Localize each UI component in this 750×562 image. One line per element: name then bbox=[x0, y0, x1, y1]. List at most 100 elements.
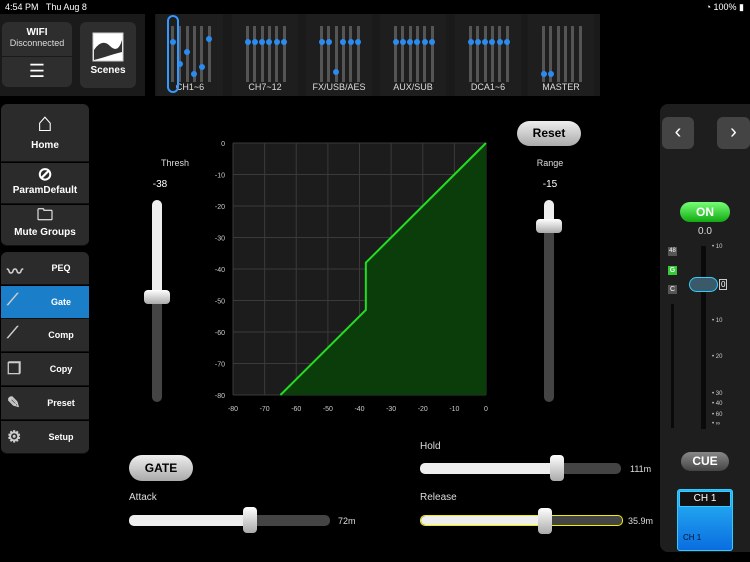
prev-channel-button[interactable]: ‹ bbox=[662, 117, 694, 149]
mini-fader bbox=[429, 26, 435, 82]
mini-fader-dot bbox=[333, 68, 340, 75]
mini-fader-dot bbox=[504, 38, 510, 45]
preset-icon: ✎ bbox=[7, 394, 21, 412]
mini-fader-dot bbox=[184, 48, 191, 55]
thresh-slider[interactable] bbox=[144, 200, 170, 402]
param-default-button[interactable]: ⊘ ParamDefault bbox=[1, 163, 89, 204]
home-button[interactable]: ⌂ Home bbox=[1, 104, 89, 162]
fader-scale-tick: • 30 bbox=[712, 391, 723, 397]
attack-knob[interactable] bbox=[242, 507, 257, 533]
mini-fader bbox=[399, 26, 406, 82]
sidebar-item-label: Copy bbox=[49, 364, 73, 375]
mini-fader bbox=[184, 26, 191, 82]
mini-fader-dot bbox=[191, 71, 198, 77]
y-tick-label: -60 bbox=[215, 330, 225, 337]
wifi-title: WIFI bbox=[26, 27, 48, 38]
wifi-button[interactable]: WIFI Disconnected bbox=[2, 22, 72, 56]
group-label: CH7~12 bbox=[248, 82, 282, 92]
x-tick-label: 0 bbox=[484, 406, 488, 413]
channel-fader-track[interactable] bbox=[701, 246, 706, 429]
mini-fader bbox=[474, 26, 481, 82]
channel-name-button[interactable]: CH 1 CH 1 bbox=[677, 489, 733, 551]
reset-button[interactable]: Reset bbox=[517, 121, 581, 146]
x-tick-label: -80 bbox=[228, 406, 238, 413]
mini-fader bbox=[333, 26, 340, 82]
mini-fader-dot bbox=[244, 38, 251, 45]
mute-label: Mute Groups bbox=[14, 227, 76, 238]
hold-knob[interactable] bbox=[549, 455, 564, 481]
x-tick-label: -50 bbox=[323, 406, 333, 413]
release-knob[interactable] bbox=[537, 508, 552, 534]
hamburger-icon: ☰ bbox=[28, 61, 46, 81]
mini-fader bbox=[259, 26, 266, 82]
sidebar-item-gate[interactable]: ⟋ Gate bbox=[1, 285, 89, 319]
mini-fader bbox=[496, 26, 503, 82]
range-label: Range bbox=[536, 158, 564, 168]
no-icon: ⊘ bbox=[37, 164, 53, 184]
mini-fader-dot bbox=[540, 71, 547, 77]
gate-badge[interactable]: G bbox=[668, 266, 677, 275]
next-channel-button[interactable]: › bbox=[717, 117, 750, 149]
on-button[interactable]: ON bbox=[680, 202, 730, 222]
mini-fader-dot bbox=[281, 38, 287, 45]
sidebar-item-preset[interactable]: ✎ Preset bbox=[1, 386, 89, 420]
y-tick-label: -80 bbox=[215, 393, 225, 400]
gate-toggle-button[interactable]: GATE bbox=[129, 455, 193, 481]
mini-fader bbox=[392, 26, 399, 82]
phantom-48-badge[interactable]: 48 bbox=[668, 247, 677, 256]
comp-badge[interactable]: C bbox=[668, 285, 677, 294]
mini-fader bbox=[244, 26, 251, 82]
scenes-icon bbox=[92, 32, 124, 62]
channel-name: CH 1 bbox=[679, 491, 731, 507]
group-1[interactable]: CH7~12 bbox=[232, 14, 298, 96]
y-tick-label: -50 bbox=[215, 299, 225, 306]
menu-button[interactable]: ☰ bbox=[2, 57, 72, 87]
copy-icon: ❐ bbox=[7, 361, 22, 379]
hold-slider[interactable] bbox=[420, 455, 621, 481]
group-5[interactable]: MASTER bbox=[528, 14, 594, 96]
group-4[interactable]: DCA1~6 bbox=[455, 14, 521, 96]
group-label: DCA1~6 bbox=[470, 82, 506, 92]
sidebar-item-label: Gate bbox=[50, 296, 71, 307]
mini-fader bbox=[198, 26, 205, 82]
mini-fader bbox=[578, 26, 582, 82]
sidebar-item-peq[interactable]: 〰 PEQ bbox=[1, 252, 89, 285]
scenes-button[interactable]: Scenes bbox=[80, 22, 136, 88]
mini-fader-dot bbox=[414, 38, 421, 45]
channel-fader-knob[interactable] bbox=[689, 277, 718, 292]
fader-scale-tick: • 10 bbox=[712, 318, 723, 324]
range-slider[interactable] bbox=[536, 200, 562, 402]
sidebar-item-comp[interactable]: ⟋ Comp bbox=[1, 319, 89, 353]
mini-fader bbox=[407, 26, 414, 82]
mini-fader-dot bbox=[467, 38, 474, 45]
mini-fader-dot bbox=[474, 38, 481, 45]
x-tick-label: -40 bbox=[354, 406, 364, 413]
release-value: 35.9m bbox=[628, 516, 654, 526]
mute-groups-button[interactable]: 🗀 Mute Groups bbox=[1, 205, 89, 246]
mini-fader bbox=[556, 26, 560, 82]
thresh-value: -38 bbox=[152, 179, 168, 190]
channel-level: 0.0 bbox=[698, 226, 712, 237]
group-2[interactable]: FX/USB/AES bbox=[306, 14, 372, 96]
group-label: MASTER bbox=[542, 82, 580, 92]
release-slider[interactable] bbox=[420, 508, 623, 534]
mini-fader-dot bbox=[325, 38, 332, 45]
group-label: FX/USB/AES bbox=[312, 82, 366, 92]
cue-button[interactable]: CUE bbox=[681, 452, 729, 471]
mini-fader bbox=[266, 26, 273, 82]
hold-value: 111m bbox=[630, 464, 652, 474]
hold-label: Hold bbox=[420, 441, 441, 452]
mini-fader-dot bbox=[266, 38, 273, 45]
folder-icon: 🗀 bbox=[36, 207, 53, 224]
wifi-status: Disconnected bbox=[9, 38, 65, 48]
fader-scale-tick: • ∞ bbox=[712, 421, 721, 427]
mini-fader bbox=[325, 26, 332, 82]
group-3[interactable]: AUX/SUB bbox=[380, 14, 446, 96]
attack-slider[interactable] bbox=[129, 507, 330, 533]
y-tick-label: -20 bbox=[215, 204, 225, 211]
group-0[interactable]: CH1~6 bbox=[157, 14, 223, 96]
sidebar-item-setup[interactable]: ⚙ Setup bbox=[1, 420, 89, 454]
mini-fader-dot bbox=[399, 38, 406, 45]
mini-fader-dot bbox=[421, 38, 428, 45]
sidebar-item-copy[interactable]: ❐ Copy bbox=[1, 353, 89, 387]
